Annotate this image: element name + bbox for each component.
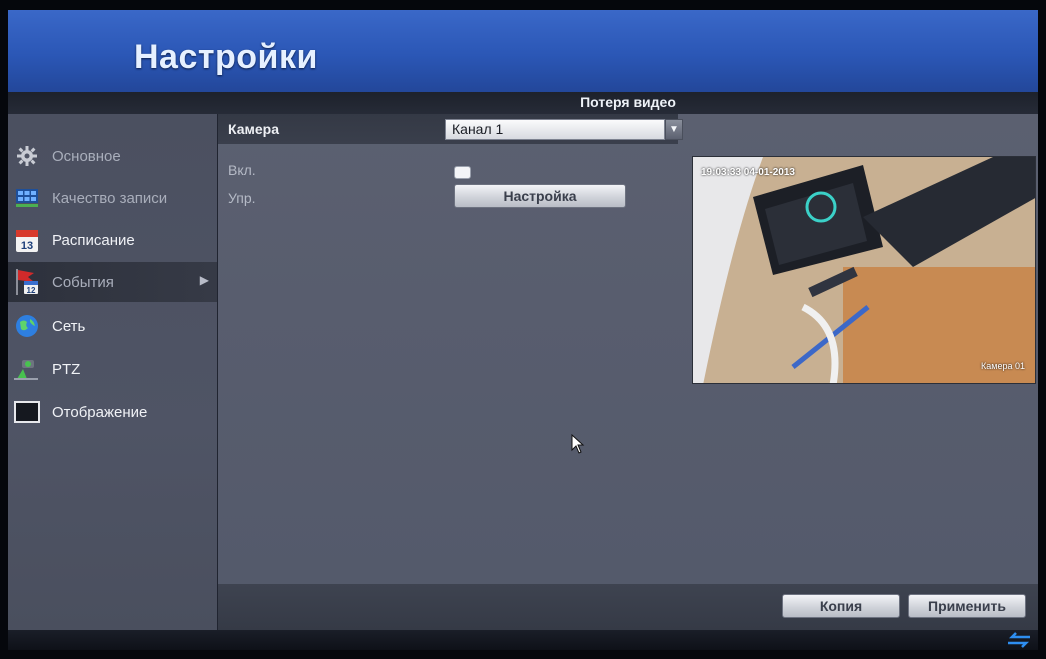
sidebar-item-general[interactable]: Основное [8,136,217,176]
chevron-right-icon: ▶ [199,273,209,287]
network-globe-icon [14,314,40,338]
ptz-camera-icon [14,357,40,381]
mouse-cursor-icon [571,433,585,459]
camera-preview: 19:03:33 04-01-2013 Камера 01 [692,156,1036,384]
svg-text:13: 13 [21,240,33,252]
settings-button[interactable]: Настройка [454,184,626,208]
sidebar-item-label: PTZ [52,360,81,378]
copy-button[interactable]: Копия [782,594,900,618]
header-bar: Настройки [8,10,1038,92]
back-arrow-icon[interactable] [1006,632,1032,650]
page-title: Настройки [134,38,318,76]
osd-timestamp: 19:03:33 04-01-2013 [701,167,795,178]
sidebar-item-schedule[interactable]: 13 Расписание [8,220,217,260]
camera-feed-image [693,157,1035,383]
enable-checkbox[interactable] [454,166,471,179]
events-icon: 12 [14,269,40,295]
sidebar-item-ptz[interactable]: PTZ [8,349,217,389]
dvr-settings-screen: Настройки Потеря видео Основное Качество… [8,10,1038,650]
camera-row: Камера Канал 1 ▼ [218,114,683,144]
section-title: Потеря видео [580,94,676,110]
sidebar-item-label: Основное [52,147,121,165]
handle-label: Упр. [228,190,256,206]
sidebar-item-network[interactable]: Сеть [8,306,217,346]
sidebar-item-label: Расписание [52,231,135,249]
sidebar-item-label: Качество записи [52,189,168,207]
chevron-down-icon[interactable]: ▼ [665,119,683,140]
sidebar-item-record-quality[interactable]: Качество записи [8,178,217,218]
apply-button[interactable]: Применить [908,594,1026,618]
section-title-bar: Потеря видео [8,92,1038,114]
footer-bar [8,630,1038,650]
osd-camera-name: Камера 01 [981,361,1025,371]
enable-label: Вкл. [228,162,256,178]
sidebar-item-label: Отображение [52,403,148,421]
sidebar-item-label: Сеть [52,317,86,335]
svg-text:12: 12 [27,286,36,295]
camera-select[interactable]: Канал 1 [445,119,665,140]
monitor-icon [14,400,40,424]
sidebar-item-events[interactable]: 12 События ▶ [8,262,217,302]
calendar-icon: 13 [14,228,40,252]
camera-label: Камера [228,121,279,137]
action-bar: Копия Применить [218,584,1038,630]
sidebar-item-display[interactable]: Отображение [8,392,217,432]
gear-icon [14,144,40,168]
sidebar: Основное Качество записи 13 Расписание 1… [8,114,218,634]
sidebar-item-label: События [52,273,114,291]
main-panel: Камера Канал 1 ▼ Вкл. Упр. Настройка 19:… [218,114,1038,584]
record-quality-icon [14,186,40,210]
